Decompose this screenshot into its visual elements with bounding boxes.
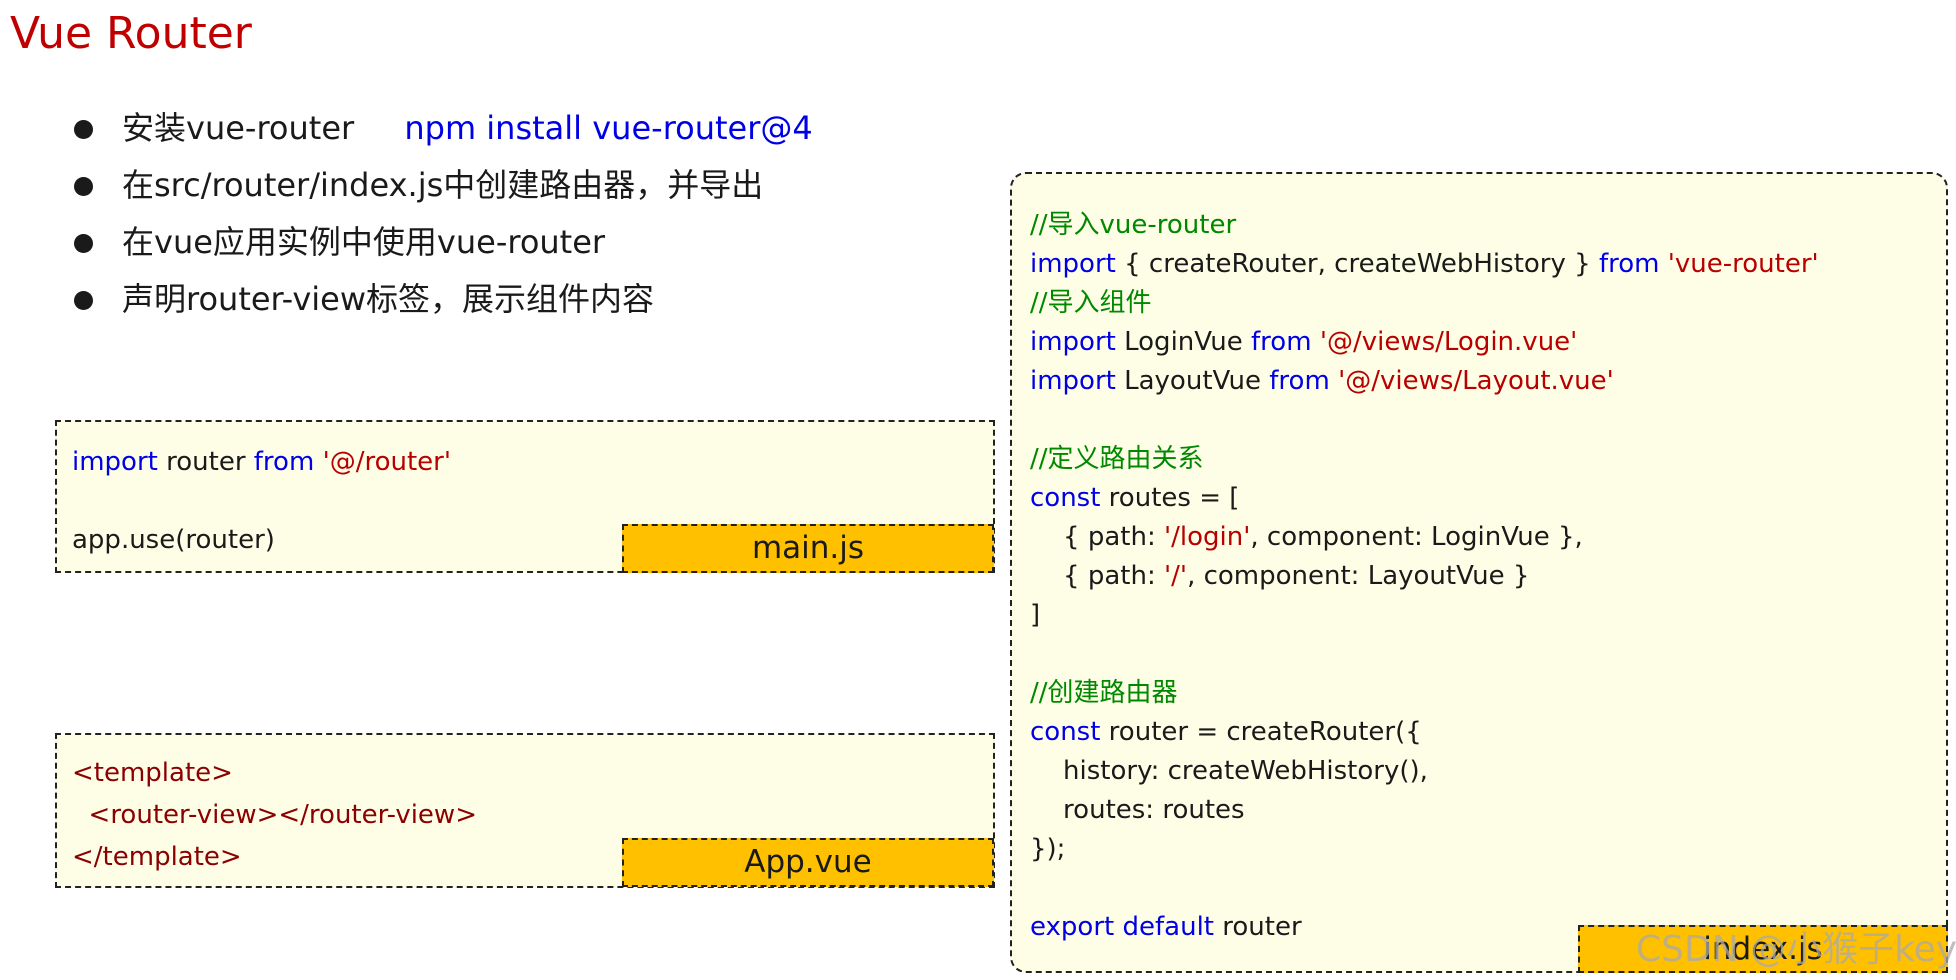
- code-token: { path:: [1030, 561, 1164, 591]
- code-token: app.use(router): [72, 525, 275, 555]
- bullet-item: 声明router-view标签，展示组件内容: [70, 271, 813, 328]
- bullet-item: 安装vue-router npm install vue-router@4: [70, 100, 813, 157]
- bullet-item: 在vue应用实例中使用vue-router: [70, 214, 813, 271]
- bullet-dot-icon: [74, 120, 93, 139]
- index-js-code: //导入vue-router import { createRouter, cre…: [1030, 206, 1819, 947]
- code-token: import: [1030, 366, 1116, 396]
- page-title: Vue Router: [10, 8, 252, 59]
- code-line: import LayoutVue from '@/views/Layout.vu…: [1030, 362, 1819, 401]
- code-token: //定义路由关系: [1030, 444, 1204, 474]
- code-token: , component: LoginVue },: [1250, 522, 1583, 552]
- code-line: });: [1030, 830, 1819, 869]
- code-token: ]: [1030, 600, 1041, 630]
- code-token: history: createWebHistory(),: [1030, 756, 1428, 786]
- code-token: routes = [: [1100, 483, 1240, 513]
- install-command: npm install vue-router@4: [404, 109, 813, 147]
- bullet-text: 在vue应用实例中使用vue-router: [122, 223, 606, 261]
- code-line: app.use(router): [72, 521, 451, 560]
- code-token: from: [253, 447, 315, 477]
- bullet-dot-icon: [74, 234, 93, 253]
- code-token: from: [1598, 249, 1660, 279]
- app-vue-code: <template> <router-view></router-view> </…: [72, 752, 477, 878]
- code-token: router: [157, 447, 254, 477]
- code-token: '@/views/Layout.vue': [1338, 366, 1614, 396]
- code-line: import { createRouter, createWebHistory …: [1030, 245, 1819, 284]
- code-line: <template>: [72, 752, 477, 794]
- code-token: { path:: [1030, 522, 1164, 552]
- code-token: from: [1251, 327, 1312, 357]
- bullet-dot-icon: [74, 291, 93, 310]
- code-line: //导入组件: [1030, 284, 1819, 323]
- code-line: const router = createRouter({: [1030, 713, 1819, 752]
- code-token: 'vue-router': [1667, 249, 1819, 279]
- code-token: routes: routes: [1030, 795, 1245, 825]
- code-line: import LoginVue from '@/views/Login.vue': [1030, 323, 1819, 362]
- code-token: <router-view></router-view>: [88, 800, 477, 830]
- code-line: //创建路由器: [1030, 674, 1819, 713]
- bullet-dot-icon: [74, 177, 93, 196]
- code-token: '@/views/Login.vue': [1319, 327, 1578, 357]
- code-token: LayoutVue: [1115, 366, 1270, 396]
- code-token: const: [1030, 717, 1101, 747]
- code-token: </template>: [72, 842, 242, 872]
- code-token: //创建路由器: [1030, 678, 1178, 708]
- code-line: </template>: [72, 836, 477, 878]
- bullet-text: 声明router-view标签，展示组件内容: [122, 280, 655, 318]
- code-token: //导入组件: [1030, 288, 1152, 318]
- code-token: LoginVue: [1115, 327, 1252, 357]
- watermark: CSDN @小猴子key: [1636, 929, 1956, 970]
- bullet-text: 安装vue-router: [122, 109, 355, 147]
- code-token: import: [1030, 249, 1116, 279]
- code-token: });: [1030, 834, 1066, 864]
- code-token: '@/router': [322, 447, 452, 477]
- code-token: import: [72, 447, 158, 477]
- bullet-text: 在src/router/index.js中创建路由器，并导出: [122, 166, 764, 204]
- code-token: { createRouter, createWebHistory }: [1115, 249, 1599, 279]
- code-token: '/': [1164, 561, 1188, 591]
- code-line: //定义路由关系: [1030, 440, 1819, 479]
- code-line: routes: routes: [1030, 791, 1819, 830]
- bullet-list: 安装vue-router npm install vue-router@4 在s…: [70, 100, 813, 328]
- code-token: import: [1030, 327, 1116, 357]
- code-line: history: createWebHistory(),: [1030, 752, 1819, 791]
- code-line: <router-view></router-view>: [72, 794, 477, 836]
- main-js-code: import router from '@/router' app.use(ro…: [72, 443, 451, 560]
- code-token: const: [1030, 483, 1101, 513]
- app-vue-label: App.vue: [622, 838, 994, 887]
- code-line: //导入vue-router: [1030, 206, 1819, 245]
- code-token: router: [1213, 912, 1302, 942]
- main-js-label: main.js: [622, 524, 994, 573]
- bullet-item: 在src/router/index.js中创建路由器，并导出: [70, 157, 813, 214]
- code-line: import router from '@/router': [72, 443, 451, 482]
- code-line: const routes = [: [1030, 479, 1819, 518]
- code-token: //导入vue-router: [1030, 210, 1237, 240]
- code-token: export: [1030, 912, 1115, 942]
- code-line: { path: '/', component: LayoutVue }: [1030, 557, 1819, 596]
- code-token: , component: LayoutVue }: [1187, 561, 1530, 591]
- code-line: ]: [1030, 596, 1819, 635]
- code-token: '/login': [1164, 522, 1251, 552]
- code-line: { path: '/login', component: LoginVue },: [1030, 518, 1819, 557]
- code-token: router = createRouter({: [1100, 717, 1422, 747]
- code-token: <template>: [72, 758, 233, 788]
- code-token: from: [1269, 366, 1330, 396]
- code-token: default: [1122, 912, 1214, 942]
